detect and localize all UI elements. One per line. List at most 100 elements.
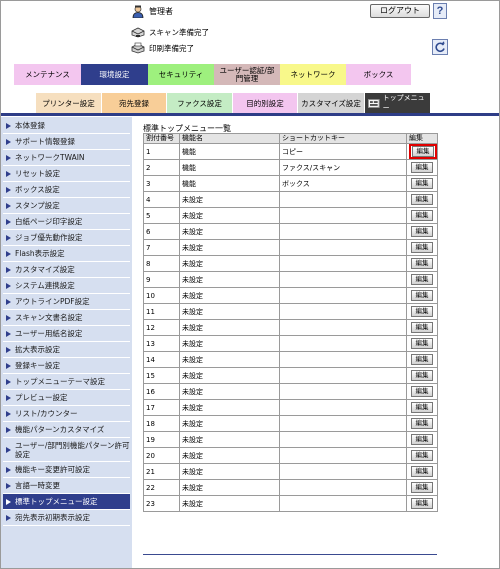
sidebar-item[interactable]: 白紙ページ印字設定	[3, 214, 130, 230]
sidebar-item[interactable]: アウトラインPDF設定	[3, 294, 130, 310]
sidebar-item[interactable]: スタンプ設定	[3, 198, 130, 214]
tab-purpose-settings[interactable]: 目的別設定	[233, 93, 298, 113]
sidebar-item[interactable]: ボックス設定	[3, 182, 130, 198]
edit-button[interactable]: 編集	[411, 210, 433, 221]
edit-button[interactable]: 編集	[411, 370, 433, 381]
edit-button[interactable]: 編集	[412, 146, 434, 157]
edit-button[interactable]: 編集	[411, 322, 433, 333]
edit-button[interactable]: 編集	[411, 354, 433, 365]
tab-label: トップメニュー	[382, 94, 425, 112]
cell-function-name: 未設定	[179, 335, 280, 352]
sidebar-item[interactable]: 機能パターンカスタマイズ	[3, 422, 130, 438]
sidebar-item[interactable]: ユーザー用紙名設定	[3, 326, 130, 342]
tab-security[interactable]: セキュリティ	[148, 64, 214, 85]
cell-number: 23	[143, 495, 180, 512]
edit-button[interactable]: 編集	[411, 162, 433, 173]
arrow-right-icon	[6, 138, 11, 145]
sidebar-item[interactable]: Flash表示設定	[3, 246, 130, 262]
edit-button[interactable]: 編集	[411, 274, 433, 285]
edit-button[interactable]: 編集	[411, 386, 433, 397]
edit-button[interactable]: 編集	[411, 306, 433, 317]
edit-button[interactable]: 編集	[411, 226, 433, 237]
sidebar-item-label: ジョブ優先動作設定	[15, 233, 83, 242]
table-row: 3 機能 ボックス 編集	[143, 175, 438, 192]
sidebar-item[interactable]: 登録キー設定	[3, 358, 130, 374]
sidebar-item[interactable]: 本体登録	[3, 118, 130, 134]
sidebar-item[interactable]: 機能キー変更許可設定	[3, 462, 130, 478]
cell-function-name: 未設定	[179, 479, 280, 496]
cell-shortcut-key	[279, 399, 407, 416]
tab-label: ボックス	[363, 69, 394, 79]
cell-number: 5	[143, 207, 180, 224]
edit-button[interactable]: 編集	[411, 450, 433, 461]
table-row: 9 未設定 編集	[143, 271, 438, 288]
cell-function-name: 機能	[179, 175, 280, 192]
table-row: 2 機能 ファクス/スキャン 編集	[143, 159, 438, 176]
edit-button[interactable]: 編集	[411, 466, 433, 477]
table-row: 7 未設定 編集	[143, 239, 438, 256]
sidebar-item[interactable]: 拡大表示設定	[3, 342, 130, 358]
sidebar-item[interactable]: トップメニューテーマ設定	[3, 374, 130, 390]
cell-number: 21	[143, 463, 180, 480]
cell-function-name: 未設定	[179, 191, 280, 208]
content-bottom-rule	[143, 554, 437, 555]
sidebar-item[interactable]: システム連携設定	[3, 278, 130, 294]
sidebar-item[interactable]: ジョブ優先動作設定	[3, 230, 130, 246]
tab-customize-settings[interactable]: カスタマイズ設定	[298, 93, 365, 113]
arrow-right-icon	[6, 394, 11, 401]
tab-user-auth[interactable]: ユーザー認証/部門管理	[214, 64, 280, 85]
sidebar-item-label: ユーザー用紙名設定	[15, 329, 83, 338]
sidebar-item[interactable]: スキャン文書名設定	[3, 310, 130, 326]
tab-network[interactable]: ネットワーク	[280, 64, 346, 85]
tab-top-menu[interactable]: トップメニュー	[365, 93, 431, 113]
sidebar-item[interactable]: サポート情報登録	[3, 134, 130, 150]
tab-fax-settings[interactable]: ファクス設定	[167, 93, 233, 113]
sidebar-item[interactable]: プレビュー設定	[3, 390, 130, 406]
sidebar-item-label: スキャン文書名設定	[15, 313, 83, 322]
cell-number: 2	[143, 159, 180, 176]
table-row: 5 未設定 編集	[143, 207, 438, 224]
edit-button[interactable]: 編集	[411, 258, 433, 269]
edit-button[interactable]: 編集	[411, 338, 433, 349]
app-frame: 管理者 ログアウト ? スキャン準備完了 印刷準備完了 メンテナンス 環境設定 …	[0, 0, 500, 569]
edit-button[interactable]: 編集	[411, 242, 433, 253]
sidebar-item[interactable]: リセット設定	[3, 166, 130, 182]
edit-button[interactable]: 編集	[411, 482, 433, 493]
tab-address-registration[interactable]: 宛先登録	[102, 93, 167, 113]
arrow-right-icon	[6, 446, 11, 453]
help-icon[interactable]: ?	[433, 3, 447, 19]
sidebar-item[interactable]: 宛先表示初期表示設定	[3, 510, 130, 526]
logout-button[interactable]: ログアウト	[370, 4, 430, 18]
sidebar-item[interactable]: 標準トップメニュー設定	[3, 494, 130, 510]
cell-function-name: 未設定	[179, 415, 280, 432]
col-header-number: 割付番号	[143, 133, 180, 144]
arrow-right-icon	[6, 378, 11, 385]
sidebar-item-label: リスト/カウンター	[15, 409, 78, 418]
sidebar-item[interactable]: 言語一時変更	[3, 478, 130, 494]
cell-edit: 編集	[406, 319, 438, 336]
user-indicator: 管理者	[131, 4, 173, 18]
edit-button[interactable]: 編集	[411, 418, 433, 429]
tab-printer-settings[interactable]: プリンター設定	[36, 93, 102, 113]
cell-shortcut-key	[279, 223, 407, 240]
cell-shortcut-key: ボックス	[279, 175, 407, 192]
edit-button[interactable]: 編集	[411, 434, 433, 445]
sidebar-item[interactable]: ネットワークTWAIN	[3, 150, 130, 166]
sidebar-item-label: カスタマイズ設定	[15, 265, 75, 274]
cell-edit: 編集	[406, 463, 438, 480]
arrow-right-icon	[6, 250, 11, 257]
sidebar-item[interactable]: ユーザー/部門別機能パターン許可設定	[3, 438, 130, 462]
edit-button[interactable]: 編集	[411, 194, 433, 205]
refresh-icon[interactable]	[432, 39, 448, 55]
tab-box[interactable]: ボックス	[346, 64, 411, 85]
sidebar-item[interactable]: カスタマイズ設定	[3, 262, 130, 278]
sidebar-item[interactable]: リスト/カウンター	[3, 406, 130, 422]
tab-maintenance[interactable]: メンテナンス	[14, 64, 81, 85]
edit-button[interactable]: 編集	[411, 178, 433, 189]
edit-button[interactable]: 編集	[411, 402, 433, 413]
cell-number: 15	[143, 367, 180, 384]
tab-environment-settings[interactable]: 環境設定	[81, 64, 148, 85]
cell-function-name: 未設定	[179, 351, 280, 368]
edit-button[interactable]: 編集	[411, 498, 433, 509]
edit-button[interactable]: 編集	[411, 290, 433, 301]
